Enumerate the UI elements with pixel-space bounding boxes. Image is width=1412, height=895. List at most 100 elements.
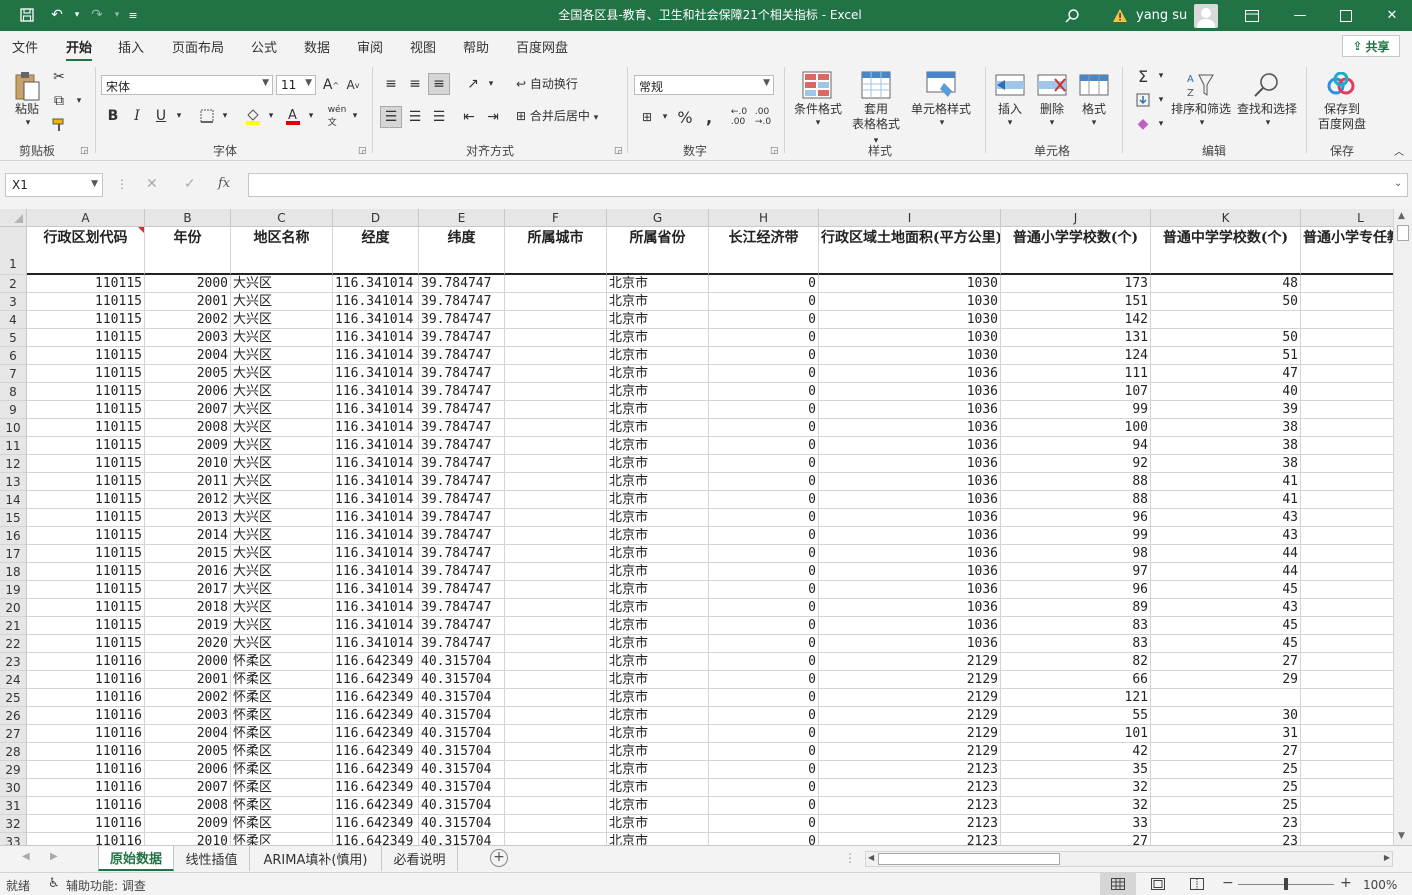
table-cell[interactable]: 2007 [145,401,231,419]
ribbon-display-icon[interactable] [1240,0,1264,31]
table-cell[interactable]: 110115 [27,419,145,437]
row-header[interactable]: 10 [0,419,26,437]
table-cell[interactable] [1301,383,1393,401]
sort-filter-button[interactable]: 排序和筛选 [1168,102,1234,117]
table-cell[interactable]: 107 [1001,383,1151,401]
table-cell[interactable]: 怀柔区 [231,815,333,833]
table-cell[interactable]: 110116 [27,671,145,689]
format-as-table-icon[interactable] [860,69,892,101]
increase-decimal-icon[interactable]: ←.0.00 [728,106,750,128]
table-cell[interactable]: 110115 [27,473,145,491]
table-cell[interactable] [505,815,607,833]
table-cell[interactable]: 55 [1001,707,1151,725]
table-cell[interactable]: 1030 [819,293,1001,311]
table-cell[interactable] [505,473,607,491]
table-cell[interactable]: 101 [1001,725,1151,743]
table-cell[interactable]: 0 [709,653,819,671]
row-header[interactable]: 14 [0,491,26,509]
row-header[interactable]: 30 [0,779,26,797]
select-all-button[interactable] [0,209,27,227]
table-cell[interactable]: 110116 [27,653,145,671]
table-cell[interactable] [505,707,607,725]
table-cell[interactable]: 110115 [27,563,145,581]
row-header[interactable]: 5 [0,329,26,347]
table-cell[interactable]: 39.784747 [419,329,505,347]
table-cell[interactable]: 0 [709,455,819,473]
table-cell[interactable] [1301,617,1393,635]
table-cell[interactable]: 北京市 [607,437,709,455]
italic-button[interactable]: I [126,105,148,127]
column-header[interactable]: K [1151,209,1301,226]
expand-formula-bar-icon[interactable]: ⌄ [1394,178,1402,189]
paste-icon[interactable] [12,69,42,103]
table-cell[interactable]: 大兴区 [231,509,333,527]
table-cell[interactable]: 0 [709,617,819,635]
sheet-tab-arima[interactable]: ARIMA填补(慎用) [250,846,382,871]
conditional-format-icon[interactable] [801,69,833,101]
number-format-select[interactable]: 常规 ▼ [634,75,774,95]
formula-input[interactable] [248,173,1408,197]
table-cell[interactable]: 北京市 [607,311,709,329]
table-cell[interactable] [1301,275,1393,293]
table-cell[interactable] [505,545,607,563]
table-cell[interactable]: 0 [709,401,819,419]
row-header[interactable]: 29 [0,761,26,779]
tab-help[interactable]: 帮助 [463,37,489,56]
prev-sheet-icon[interactable]: ◀ [22,851,30,862]
table-cell[interactable]: 116.341014 [333,599,419,617]
cell-styles-button[interactable]: 单元格样式 [908,102,974,117]
table-cell[interactable] [505,437,607,455]
table-cell[interactable] [505,401,607,419]
table-cell[interactable]: 0 [709,581,819,599]
table-cell[interactable]: 0 [709,725,819,743]
table-cell[interactable]: 2008 [145,419,231,437]
table-cell[interactable]: 0 [709,599,819,617]
customize-toolbar-icon[interactable]: ≡ [120,5,146,25]
tab-file[interactable]: 文件 [12,37,38,56]
table-cell[interactable]: 116.341014 [333,347,419,365]
table-cell[interactable] [1301,653,1393,671]
table-cell[interactable] [1301,311,1393,329]
table-cell[interactable]: 43 [1151,509,1301,527]
column-header[interactable]: L [1301,209,1393,226]
table-cell[interactable]: 121 [1001,689,1151,707]
table-cell[interactable]: 0 [709,815,819,833]
collapse-ribbon-icon[interactable]: ︿ [1392,145,1406,160]
vertical-scrollbar[interactable]: ▲ ▼ [1393,209,1412,845]
cell-grid[interactable]: 行政区划代码 年份 地区名称 经度 纬度 所属城市 所属省份 长江经济带 行政区域土地面积(平方… [27,227,1393,845]
table-cell[interactable] [505,653,607,671]
table-cell[interactable]: 45 [1151,635,1301,653]
table-cell[interactable]: 25 [1151,779,1301,797]
table-cell[interactable]: 23 [1151,815,1301,833]
search-icon[interactable] [1058,0,1086,31]
table-cell[interactable]: 39.784747 [419,347,505,365]
tab-page-layout[interactable]: 页面布局 [172,37,224,56]
table-cell[interactable]: 99 [1001,527,1151,545]
table-cell[interactable]: 北京市 [607,365,709,383]
table-cell[interactable]: 100 [1001,419,1151,437]
table-cell[interactable]: 89 [1001,599,1151,617]
table-cell[interactable]: 2129 [819,671,1001,689]
table-cell[interactable]: 0 [709,473,819,491]
row-header[interactable]: 13 [0,473,26,491]
table-cell[interactable]: 33 [1001,815,1151,833]
table-cell[interactable]: 39.784747 [419,275,505,293]
table-cell[interactable]: 大兴区 [231,455,333,473]
save-to-netdisk-button[interactable]: 保存到 百度网盘 [1312,102,1372,132]
table-cell[interactable]: 大兴区 [231,401,333,419]
table-cell[interactable]: 0 [709,635,819,653]
bold-button[interactable]: B [102,105,124,127]
table-cell[interactable]: 北京市 [607,329,709,347]
table-cell[interactable]: 1030 [819,329,1001,347]
table-cell[interactable]: 42 [1001,743,1151,761]
table-cell[interactable]: 39.784747 [419,383,505,401]
table-cell[interactable]: 怀柔区 [231,707,333,725]
table-cell[interactable]: 40 [1151,383,1301,401]
table-cell[interactable]: 30 [1151,707,1301,725]
align-top-icon[interactable]: ≡ [380,73,402,95]
table-cell[interactable]: 怀柔区 [231,671,333,689]
table-cell[interactable]: 北京市 [607,545,709,563]
table-cell[interactable]: 39.784747 [419,527,505,545]
zoom-slider-thumb[interactable] [1284,878,1288,890]
comma-style-icon[interactable]: , [698,106,720,128]
